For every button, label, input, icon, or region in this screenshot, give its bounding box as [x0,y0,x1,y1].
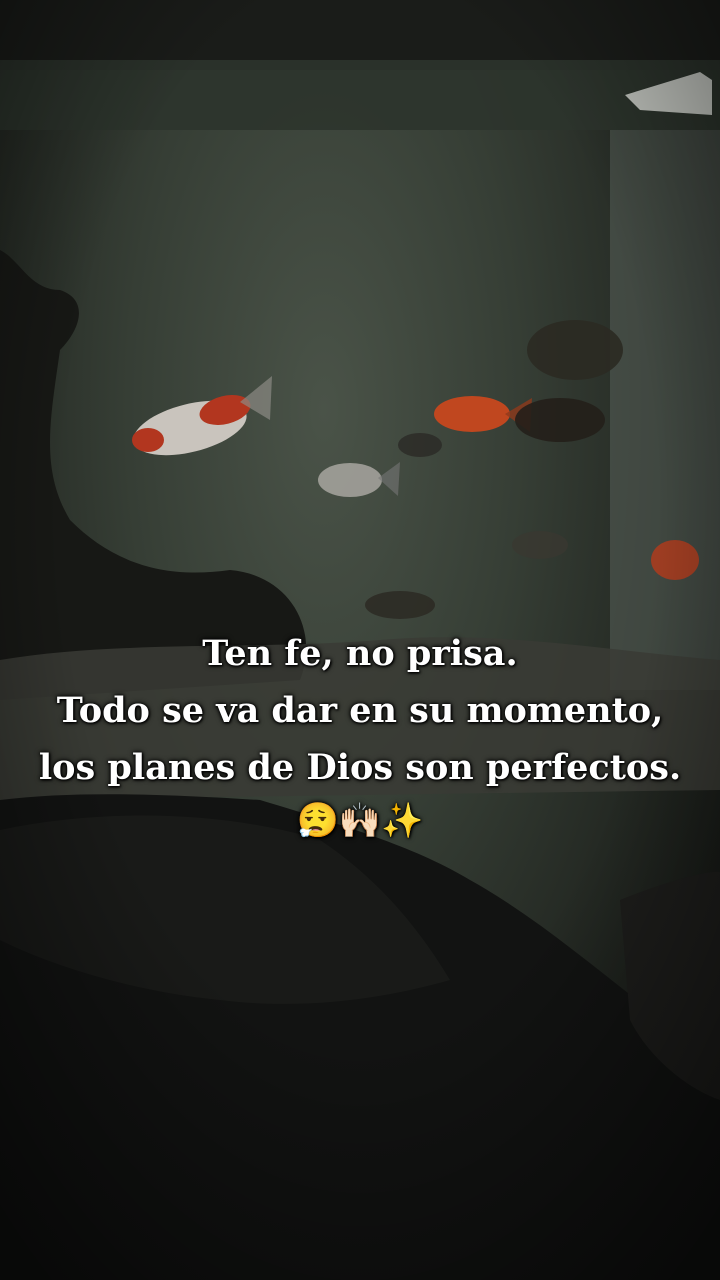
caption-line-3: los planes de Dios son perfectos. [38,747,682,788]
caption-emoji: 😮‍💨🙌🏻✨ [296,801,424,841]
caption-text: Ten fe, no prisa. Todo se va dar en su m… [0,625,720,846]
caption-line-2: Todo se va dar en su momento, [56,690,664,731]
caption-line-1: Ten fe, no prisa. [202,633,518,674]
photo-background: Ten fe, no prisa. Todo se va dar en su m… [0,0,720,1280]
